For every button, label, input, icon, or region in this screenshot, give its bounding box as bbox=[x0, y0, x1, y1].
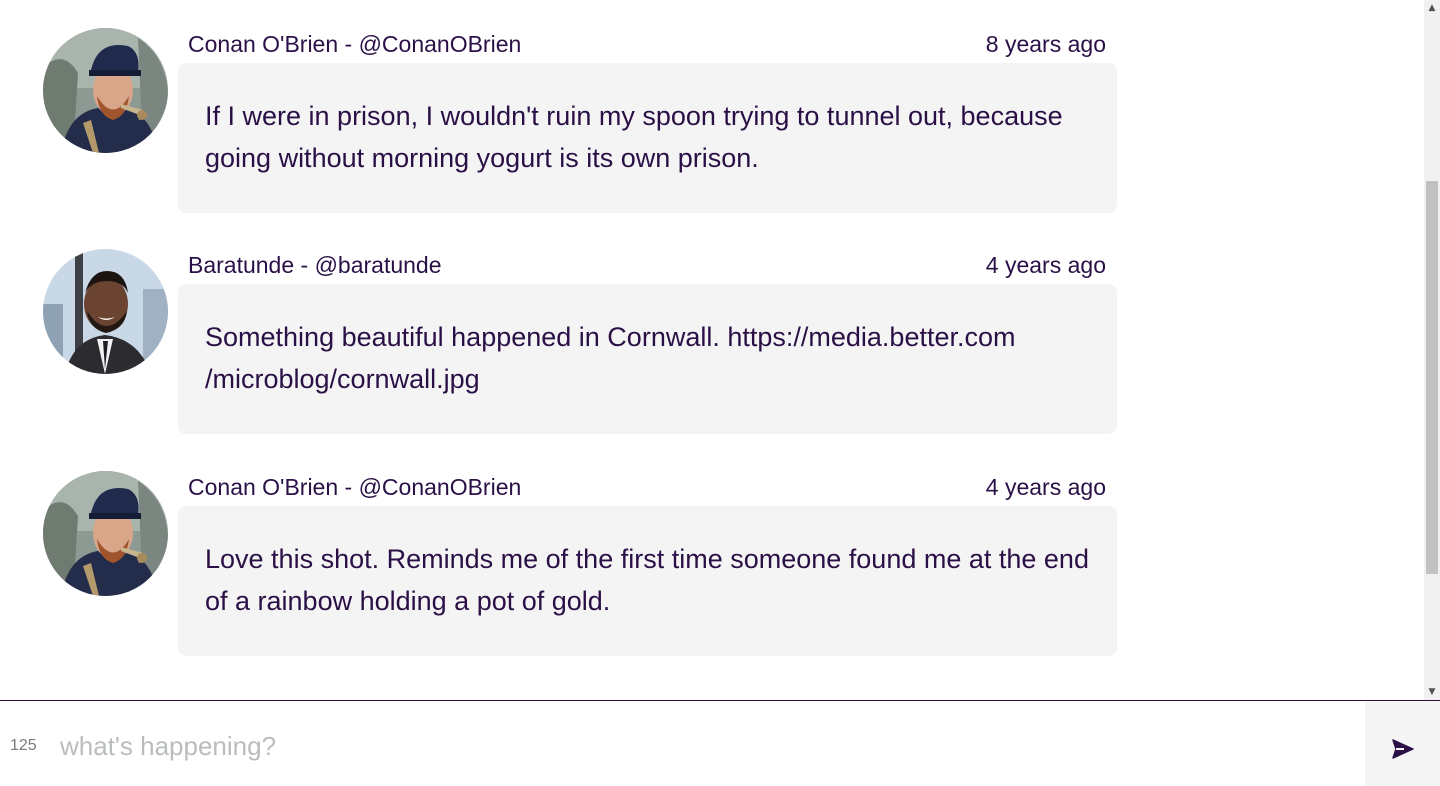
scroll-up-arrow-icon[interactable]: ▲ bbox=[1424, 0, 1440, 16]
post-item: Conan O'Brien - @ConanOBrien 8 years ago… bbox=[0, 0, 1424, 213]
conan-avatar[interactable] bbox=[43, 28, 168, 153]
post-author[interactable]: Baratunde - @baratunde bbox=[188, 251, 442, 279]
feed-scrollbar[interactable]: ▲ ▼ bbox=[1424, 0, 1440, 700]
post-item: Baratunde - @baratunde 4 years ago Somet… bbox=[0, 221, 1424, 434]
post-body: Something beautiful happened in Cornwall… bbox=[178, 284, 1117, 434]
post-timestamp: 4 years ago bbox=[985, 252, 1106, 278]
scrollbar-thumb[interactable] bbox=[1426, 181, 1438, 574]
post-author[interactable]: Conan O'Brien - @ConanOBrien bbox=[188, 30, 521, 58]
character-counter: 125 bbox=[10, 737, 37, 754]
compose-input[interactable] bbox=[58, 723, 1352, 769]
post-body: Love this shot. Reminds me of the first … bbox=[178, 506, 1117, 656]
post-timestamp: 4 years ago bbox=[985, 474, 1106, 500]
scroll-down-arrow-icon[interactable]: ▼ bbox=[1424, 684, 1440, 700]
send-icon bbox=[1392, 739, 1414, 759]
post-timestamp: 8 years ago bbox=[985, 31, 1106, 57]
compose-bar: 125 bbox=[0, 700, 1440, 786]
conan-avatar[interactable] bbox=[43, 471, 168, 596]
post-item: Conan O'Brien - @ConanOBrien 4 years ago… bbox=[0, 443, 1424, 656]
post-body: If I were in prison, I wouldn't ruin my … bbox=[178, 63, 1117, 213]
baratunde-avatar[interactable] bbox=[43, 249, 168, 374]
message-feed: Conan O'Brien - @ConanOBrien 8 years ago… bbox=[0, 0, 1424, 700]
post-author[interactable]: Conan O'Brien - @ConanOBrien bbox=[188, 473, 521, 501]
send-button[interactable] bbox=[1365, 701, 1440, 786]
